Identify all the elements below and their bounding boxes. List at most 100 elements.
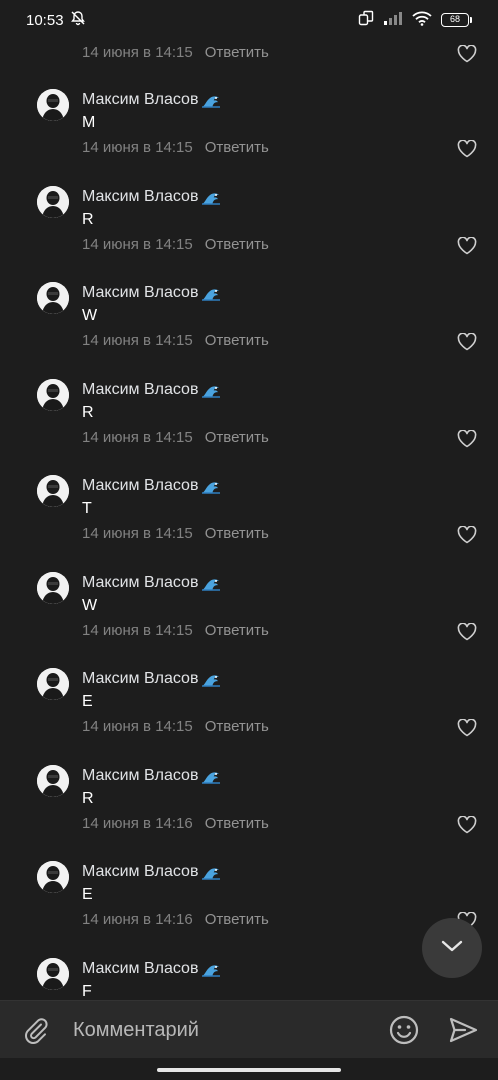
- comment-item: Максим Власов R 14 июня в 14:15 Ответить: [0, 378, 498, 475]
- reply-button[interactable]: Ответить: [205, 525, 269, 542]
- comment-time: 14 июня в 14:15: [82, 44, 193, 61]
- author-name[interactable]: Максим Власов: [82, 284, 198, 302]
- avatar[interactable]: [37, 378, 69, 411]
- heart-icon[interactable]: [457, 235, 477, 255]
- status-bar: 10:53 68: [0, 0, 498, 40]
- comment-meta: 14 июня в 14:15 Ответить: [82, 44, 269, 61]
- smile-icon[interactable]: [388, 1014, 420, 1046]
- comment-meta: 14 июня в 14:15 Ответить: [82, 718, 269, 735]
- paperclip-icon[interactable]: [20, 1015, 50, 1045]
- reply-button[interactable]: Ответить: [205, 815, 269, 832]
- reply-button[interactable]: Ответить: [205, 44, 269, 61]
- reply-button[interactable]: Ответить: [205, 429, 269, 446]
- avatar[interactable]: [37, 475, 69, 507]
- avatar[interactable]: [37, 571, 69, 604]
- reply-button[interactable]: Ответить: [205, 332, 269, 349]
- avatar[interactable]: [37, 764, 69, 797]
- comment-author[interactable]: Максим Власов: [82, 188, 221, 206]
- avatar[interactable]: [37, 282, 69, 314]
- comment-feed[interactable]: 14 июня в 14:15 Ответить Максим Власов M …: [0, 40, 498, 1000]
- author-name[interactable]: Максим Власов: [82, 477, 198, 495]
- comment-text: E: [82, 886, 93, 903]
- comment-author[interactable]: Максим Власов: [82, 767, 221, 785]
- comment-time: 14 июня в 14:16: [82, 911, 193, 928]
- comment-text: E: [82, 693, 93, 710]
- author-name[interactable]: Максим Власов: [82, 863, 198, 881]
- comment-meta: 14 июня в 14:15 Ответить: [82, 429, 269, 446]
- battery-icon: 68: [441, 13, 472, 27]
- send-icon[interactable]: [447, 1014, 479, 1046]
- screen-mirror-icon: [358, 10, 374, 30]
- home-indicator[interactable]: [157, 1068, 341, 1072]
- author-name[interactable]: Максим Власов: [82, 767, 198, 785]
- comment-input[interactable]: [73, 1014, 373, 1046]
- comment-meta: 14 июня в 14:16 Ответить: [82, 911, 269, 928]
- comment-author[interactable]: Максим Власов: [82, 863, 221, 881]
- wave-emoji-icon: [201, 961, 221, 977]
- avatar[interactable]: [37, 861, 69, 893]
- navigation-bar: [0, 1058, 498, 1080]
- heart-icon[interactable]: [457, 621, 477, 641]
- muted-bell-icon: [70, 10, 86, 30]
- author-name[interactable]: Максим Власов: [82, 381, 198, 399]
- comment-item: Максим Власов F: [0, 957, 498, 1001]
- author-name[interactable]: Максим Власов: [82, 960, 198, 978]
- author-name[interactable]: Максим Власов: [82, 670, 198, 688]
- wave-emoji-icon: [201, 478, 221, 494]
- comment-item: Максим Власов R 14 июня в 14:15 Ответить: [0, 185, 498, 282]
- comment-author[interactable]: Максим Власов: [82, 284, 221, 302]
- comment-time: 14 июня в 14:15: [82, 718, 193, 735]
- comment-item: Максим Власов W 14 июня в 14:15 Ответить: [0, 571, 498, 668]
- comment-item-partial: 14 июня в 14:15 Ответить: [0, 40, 498, 90]
- heart-icon[interactable]: [457, 44, 477, 63]
- reply-button[interactable]: Ответить: [205, 718, 269, 735]
- comment-meta: 14 июня в 14:15 Ответить: [82, 139, 269, 156]
- comment-item: Максим Власов M 14 июня в 14:15 Ответить: [0, 89, 498, 185]
- heart-icon[interactable]: [457, 428, 477, 448]
- chevron-down-icon: [440, 939, 464, 958]
- comment-meta: 14 июня в 14:15 Ответить: [82, 236, 269, 253]
- comment-item: Максим Власов T 14 июня в 14:15 Ответить: [0, 475, 498, 571]
- reply-button[interactable]: Ответить: [205, 911, 269, 928]
- battery-level: 68: [441, 13, 469, 27]
- comment-text: W: [82, 596, 98, 614]
- avatar[interactable]: [37, 185, 69, 218]
- comment-author[interactable]: Максим Власов: [82, 960, 221, 978]
- reply-button[interactable]: Ответить: [205, 236, 269, 253]
- wave-emoji-icon: [201, 575, 221, 591]
- scroll-down-button[interactable]: [422, 918, 482, 978]
- comment-time: 14 июня в 14:15: [82, 139, 193, 156]
- avatar[interactable]: [37, 668, 69, 700]
- wave-emoji-icon: [201, 671, 221, 687]
- comment-text: M: [82, 114, 96, 131]
- wave-emoji-icon: [201, 189, 221, 205]
- comment-time: 14 июня в 14:15: [82, 235, 193, 253]
- comment-text: R: [82, 789, 94, 807]
- heart-icon[interactable]: [457, 525, 477, 544]
- comment-meta: 14 июня в 14:16 Ответить: [82, 815, 269, 832]
- comment-author[interactable]: Максим Власов: [82, 670, 221, 688]
- heart-icon[interactable]: [457, 332, 477, 351]
- heart-icon[interactable]: [457, 139, 477, 158]
- comment-author[interactable]: Максим Власов: [82, 477, 221, 495]
- author-name[interactable]: Максим Власов: [82, 91, 198, 109]
- comment-time: 14 июня в 14:15: [82, 525, 193, 542]
- reply-button[interactable]: Ответить: [205, 622, 269, 639]
- author-name[interactable]: Максим Власов: [82, 574, 198, 592]
- comment-time: 14 июня в 14:16: [82, 814, 193, 832]
- avatar[interactable]: [37, 89, 69, 121]
- signal-icon: [383, 11, 403, 29]
- author-name[interactable]: Максим Власов: [82, 188, 198, 206]
- reply-button[interactable]: Ответить: [205, 139, 269, 156]
- avatar[interactable]: [37, 957, 69, 990]
- comment-author[interactable]: Максим Власов: [82, 574, 221, 592]
- comment-item: Максим Власов R 14 июня в 14:16 Ответить: [0, 764, 498, 861]
- heart-icon[interactable]: [457, 718, 477, 737]
- comment-text: R: [82, 210, 94, 228]
- comment-author[interactable]: Максим Власов: [82, 91, 221, 109]
- comment-time: 14 июня в 14:15: [82, 332, 193, 349]
- comment-author[interactable]: Максим Власов: [82, 381, 221, 399]
- comment-meta: 14 июня в 14:15 Ответить: [82, 622, 269, 639]
- heart-icon[interactable]: [457, 814, 477, 834]
- comment-meta: 14 июня в 14:15 Ответить: [82, 525, 269, 542]
